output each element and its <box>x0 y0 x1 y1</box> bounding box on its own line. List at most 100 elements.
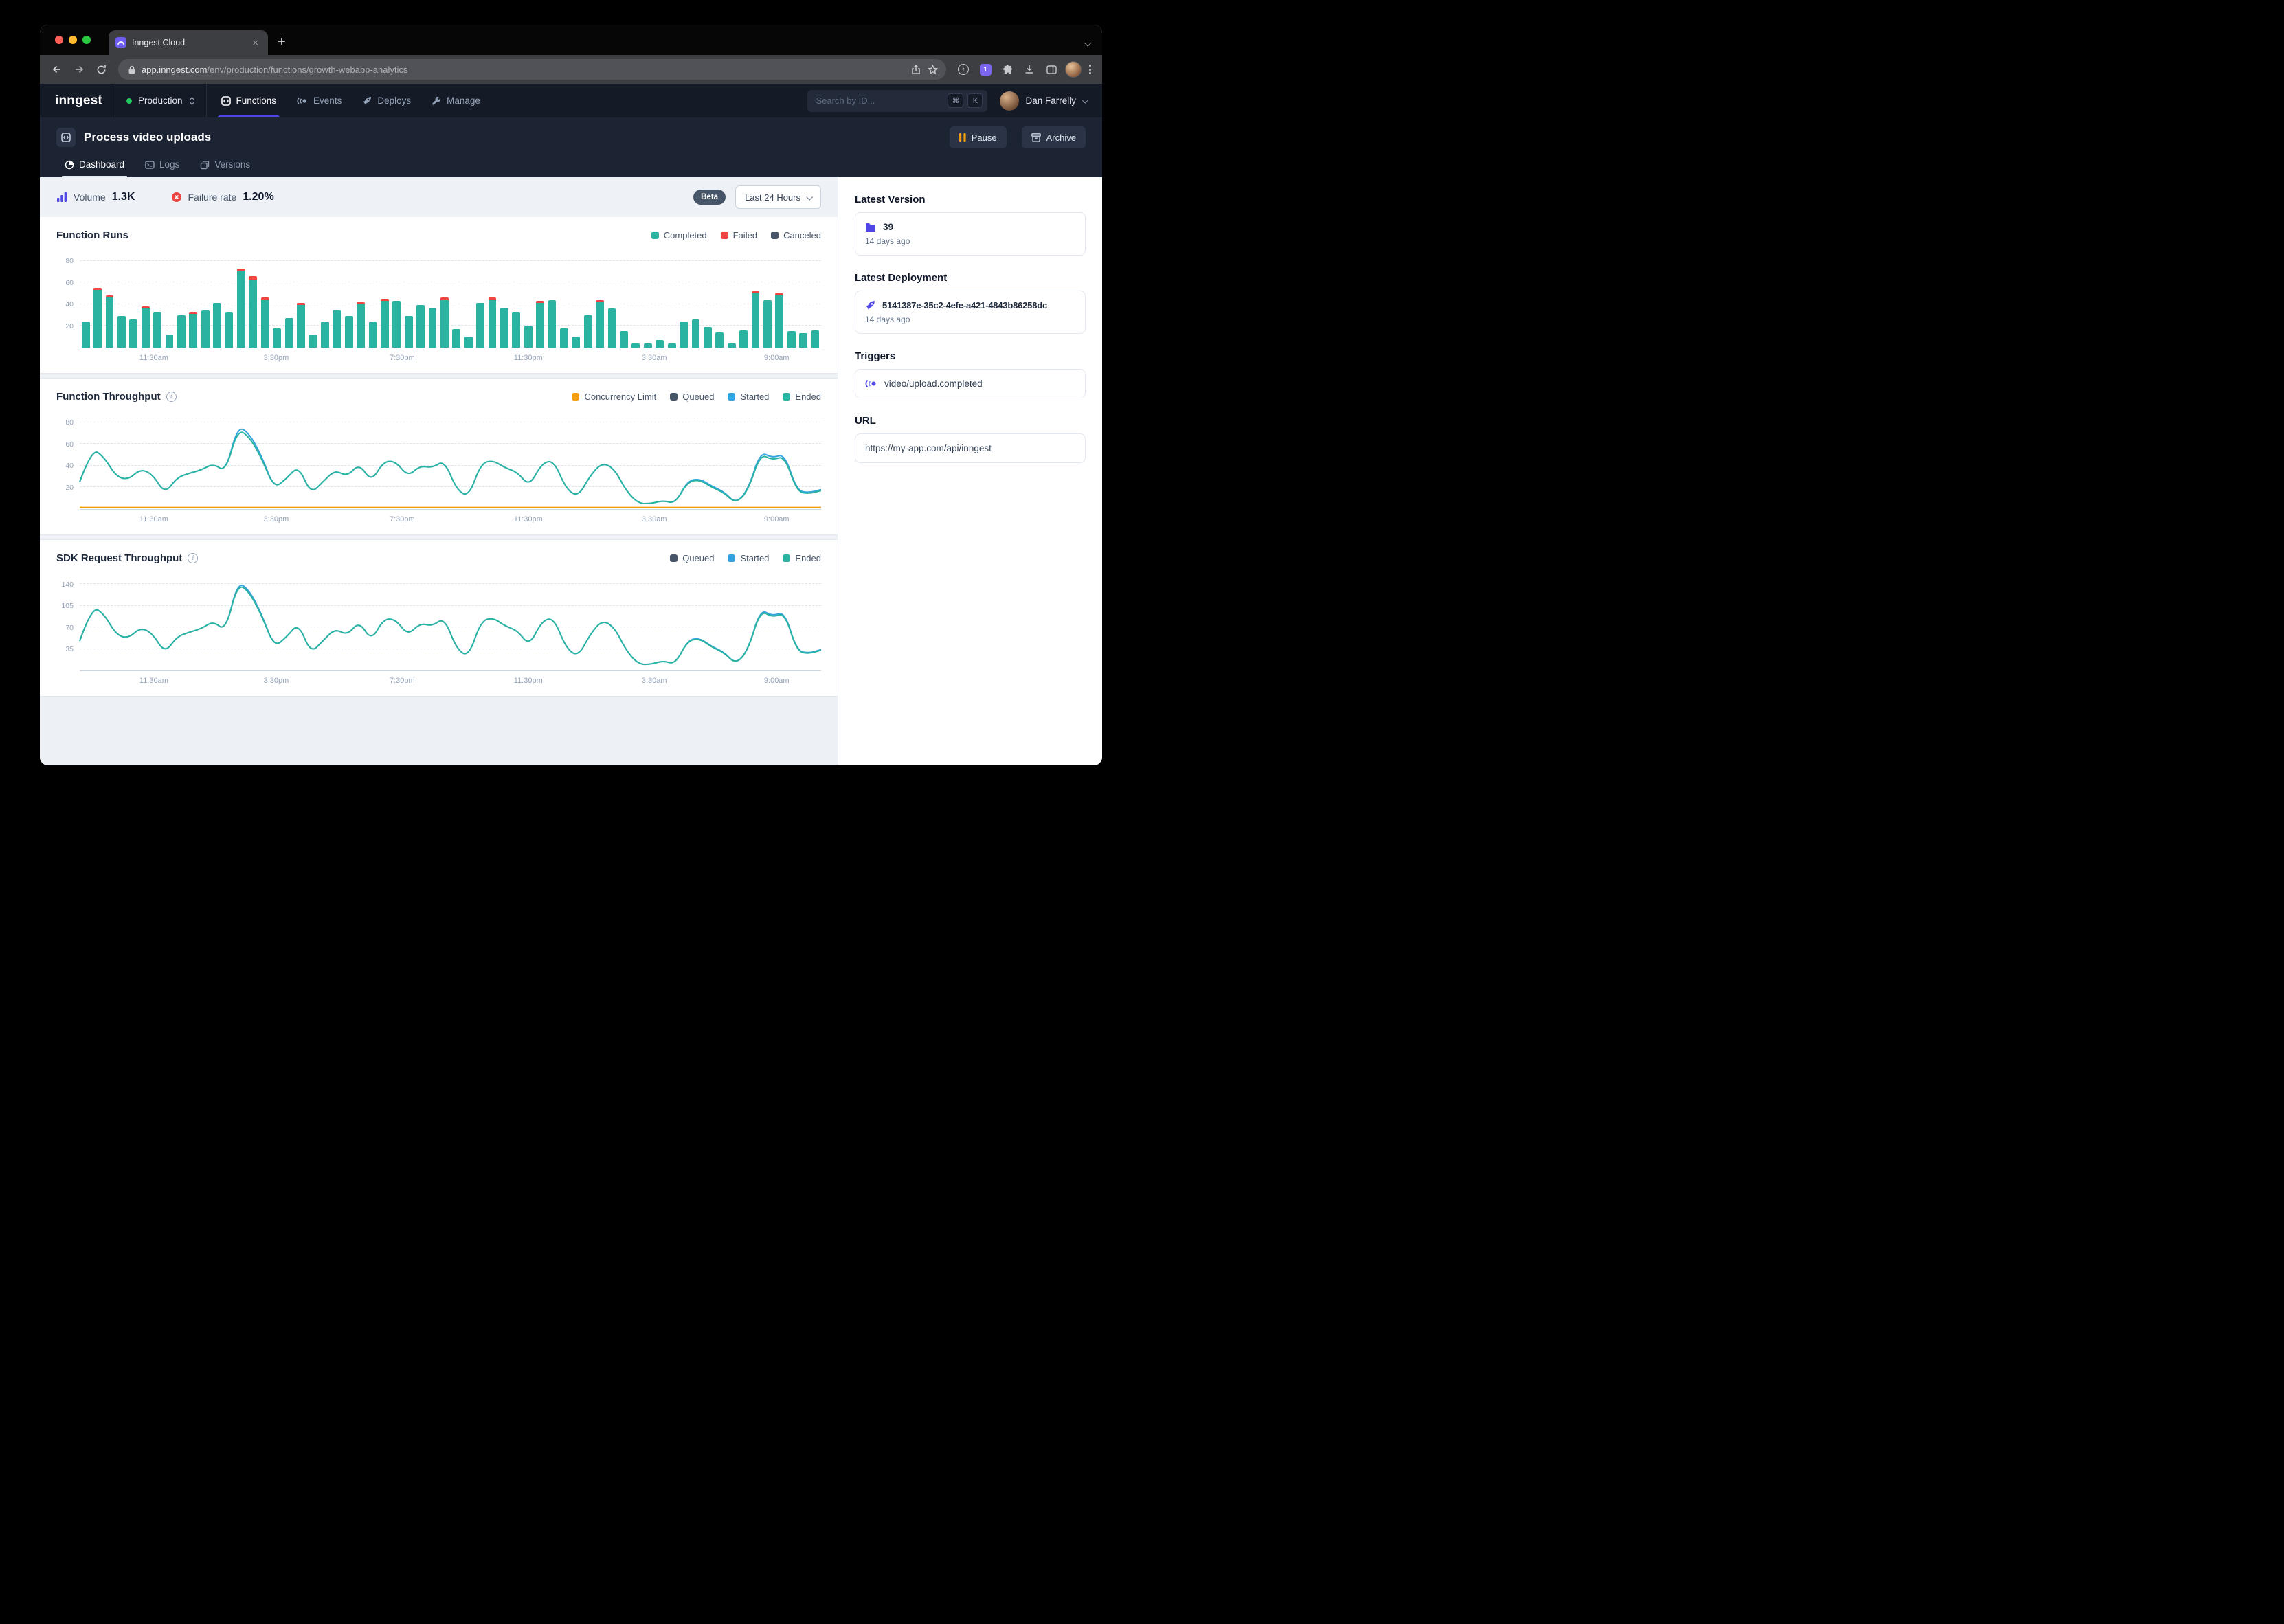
archive-button[interactable]: Archive <box>1022 126 1086 148</box>
function-run-bar <box>427 252 438 348</box>
password-extension-icon[interactable]: 1 <box>975 59 996 80</box>
x-tick-label: 9:00am <box>764 515 790 523</box>
legend-item: Completed <box>651 230 707 240</box>
pause-button[interactable]: Pause <box>950 126 1007 148</box>
y-tick-label: 80 <box>65 418 74 427</box>
legend-label: Queued <box>682 392 714 402</box>
inngest-logo[interactable]: inngest <box>55 93 115 109</box>
extensions-puzzle-icon[interactable] <box>997 59 1018 80</box>
url-path: /env/production/functions/growth-webapp-… <box>207 65 407 75</box>
stats-bar: Volume 1.3K Failure rate 1.20% Beta Last… <box>40 177 838 217</box>
bar-completed-segment <box>584 315 592 348</box>
x-tick-label: 7:30pm <box>390 354 415 362</box>
y-axis: 20406080 <box>56 414 80 510</box>
legend-swatch-icon <box>771 232 779 239</box>
function-run-bar <box>511 252 522 348</box>
tab-dashboard[interactable]: Dashboard <box>56 155 133 177</box>
user-menu[interactable]: Dan Farrelly <box>1000 91 1087 111</box>
bar-completed-segment <box>536 303 544 348</box>
close-window-button[interactable] <box>55 36 63 44</box>
y-tick-label: 70 <box>65 624 74 632</box>
nav-item-events[interactable]: Events <box>287 84 352 117</box>
function-run-bar <box>702 252 713 348</box>
manage-icon <box>432 96 441 106</box>
nav-item-deploys[interactable]: Deploys <box>352 84 421 117</box>
legend-swatch-icon <box>651 232 659 239</box>
side-panel-icon[interactable] <box>1041 59 1062 80</box>
search-box[interactable]: ⌘ K <box>807 90 987 112</box>
y-tick-label: 60 <box>65 440 74 449</box>
legend-label: Started <box>740 553 769 563</box>
bar-completed-segment <box>93 290 102 348</box>
function-header: Process video uploads Pause Archive Dash… <box>40 117 1102 177</box>
x-tick-label: 3:30pm <box>264 515 289 523</box>
function-run-bar <box>630 252 642 348</box>
bar-completed-segment <box>476 303 484 348</box>
bar-completed-segment <box>142 308 150 348</box>
tab-close-icon[interactable]: × <box>249 36 261 49</box>
function-throughput-section: Function Throughput i Concurrency LimitQ… <box>40 379 838 534</box>
chart-title: Function Throughput <box>56 391 161 403</box>
time-range-label: Last 24 Hours <box>745 192 800 203</box>
function-run-bar <box>188 252 199 348</box>
chevron-down-icon <box>806 193 813 200</box>
tab-logs[interactable]: Logs <box>137 155 188 177</box>
page-title: Process video uploads <box>84 131 934 144</box>
nav-label: Deploys <box>377 95 411 106</box>
bar-completed-segment <box>261 300 269 348</box>
legend-label: Failed <box>733 230 757 240</box>
tab-label: Versions <box>214 159 250 170</box>
tab-versions[interactable]: Versions <box>192 155 258 177</box>
function-run-bar <box>271 252 283 348</box>
search-input[interactable] <box>816 95 943 106</box>
nav-item-functions[interactable]: Functions <box>211 84 287 117</box>
bar-completed-segment <box>129 319 137 348</box>
triggers-heading: Triggers <box>855 350 1086 362</box>
function-run-bar <box>235 252 247 348</box>
browser-tab[interactable]: Inngest Cloud × <box>109 30 268 55</box>
time-range-select[interactable]: Last 24 Hours <box>735 185 821 209</box>
info-icon[interactable]: i <box>188 553 198 563</box>
bar-completed-segment <box>297 305 305 348</box>
bookmark-star-icon[interactable] <box>928 65 938 75</box>
bar-completed-segment <box>321 322 329 348</box>
x-tick-label: 3:30am <box>642 677 667 685</box>
tab-label: Logs <box>159 159 179 170</box>
forward-button[interactable] <box>69 59 89 80</box>
function-run-bar <box>797 252 809 348</box>
downloads-icon[interactable] <box>1019 59 1040 80</box>
function-run-bar <box>785 252 797 348</box>
browser-profile-avatar[interactable] <box>1063 59 1084 80</box>
page-info-icon[interactable]: i <box>953 59 974 80</box>
function-run-bar <box>403 252 414 348</box>
series-line-started <box>80 429 821 504</box>
function-run-bar <box>498 252 510 348</box>
environment-selector[interactable]: Production <box>115 84 206 117</box>
archive-icon <box>1031 133 1041 142</box>
nav-label: Functions <box>236 95 277 106</box>
minimize-window-button[interactable] <box>69 36 77 44</box>
versions-icon <box>200 160 210 170</box>
y-tick-label: 105 <box>61 602 74 610</box>
x-axis: 11:30am3:30pm7:30pm11:30pm3:30am9:00am <box>80 348 821 366</box>
reload-button[interactable] <box>91 59 111 80</box>
bar-completed-segment <box>548 300 557 348</box>
new-tab-button[interactable]: + <box>278 35 286 49</box>
bar-completed-segment <box>166 335 174 348</box>
legend-label: Ended <box>795 553 821 563</box>
function-run-bar <box>678 252 689 348</box>
function-run-bar <box>319 252 331 348</box>
bar-completed-segment <box>728 343 736 348</box>
version-number: 39 <box>883 222 893 232</box>
bar-completed-segment <box>631 343 640 348</box>
info-icon[interactable]: i <box>166 392 177 402</box>
tab-search-chevron-icon[interactable] <box>1085 37 1090 49</box>
bar-completed-segment <box>237 271 245 348</box>
maximize-window-button[interactable] <box>82 36 91 44</box>
nav-item-manage[interactable]: Manage <box>421 84 491 117</box>
share-icon[interactable] <box>911 65 921 75</box>
browser-menu-icon[interactable] <box>1085 62 1095 77</box>
back-button[interactable] <box>47 59 67 80</box>
address-bar[interactable]: app.inngest.com/env/production/functions… <box>118 59 946 80</box>
sdk-request-throughput-section: SDK Request Throughput i QueuedStartedEn… <box>40 540 838 696</box>
